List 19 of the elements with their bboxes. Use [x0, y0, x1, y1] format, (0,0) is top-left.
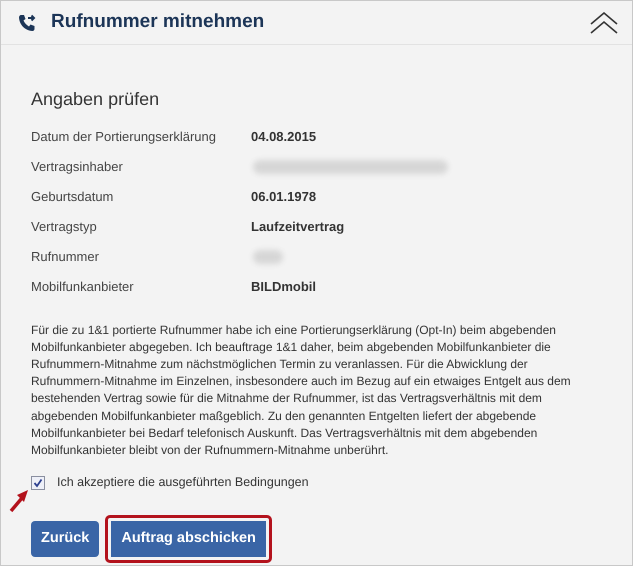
field-label: Vertragsinhaber	[31, 158, 124, 176]
field-value: 04.08.2015	[251, 128, 316, 146]
field-value: Laufzeitvertrag	[251, 218, 344, 236]
section-heading: Angaben prüfen	[31, 89, 160, 111]
field-value: BILDmobil	[251, 278, 316, 296]
consent-checkbox[interactable]	[31, 476, 45, 490]
panel-title: Rufnummer mitnehmen	[51, 11, 264, 34]
field-label: Datum der Portierungserklärung	[31, 128, 217, 146]
field-label: Rufnummer	[31, 248, 100, 266]
phone-forward-icon	[17, 12, 37, 32]
collapse-icon[interactable]	[590, 12, 618, 34]
consent-label: Ich akzeptiere die ausgeführten Bedingungen	[57, 474, 309, 492]
submit-button[interactable]: Auftrag abschicken	[105, 514, 272, 563]
field-label: Vertragstyp	[31, 218, 98, 236]
field-label: Mobilfunkanbieter	[31, 278, 135, 296]
declaration-text: Für die zu 1&1 portierte Rufnummer habe ich eine Portierungserklärung (Opt-In) beim abgebenden Mobilfunkanbieter abgegeben. Ich beauftrage 1&1 daher, beim abgebenden Mobilfunkanbieter die Rufnummern-Mitnahme zum nächstmöglichen Termin zu veranlassen. Für die Abwicklung der Rufnummern-Mitnahme im Einzelnen, insbesondere auch im Bezug auf ein etwaiges Entgelt aus dem bestehenden Vertrag sowie für die Mitnahme der Rufnummer, ist das Vertragsverhältnis mit dem abgebenden Mobilfunkanbieter maßgeblich. Zu den genannten Entgelten liefert der abgebende Mobilfunkanbieter bei Bedarf telefonisch Auskunft. Das Vertragsverhältnis mit dem abgebenden Mobilfunkanbieter bleibt von der Rufnummern-Mitnahme unberührt.	[31, 322, 572, 460]
field-label: Geburtsdatum	[31, 188, 114, 206]
field-value: 06.01.1978	[251, 188, 316, 206]
back-button[interactable]: Zurück	[31, 520, 100, 557]
